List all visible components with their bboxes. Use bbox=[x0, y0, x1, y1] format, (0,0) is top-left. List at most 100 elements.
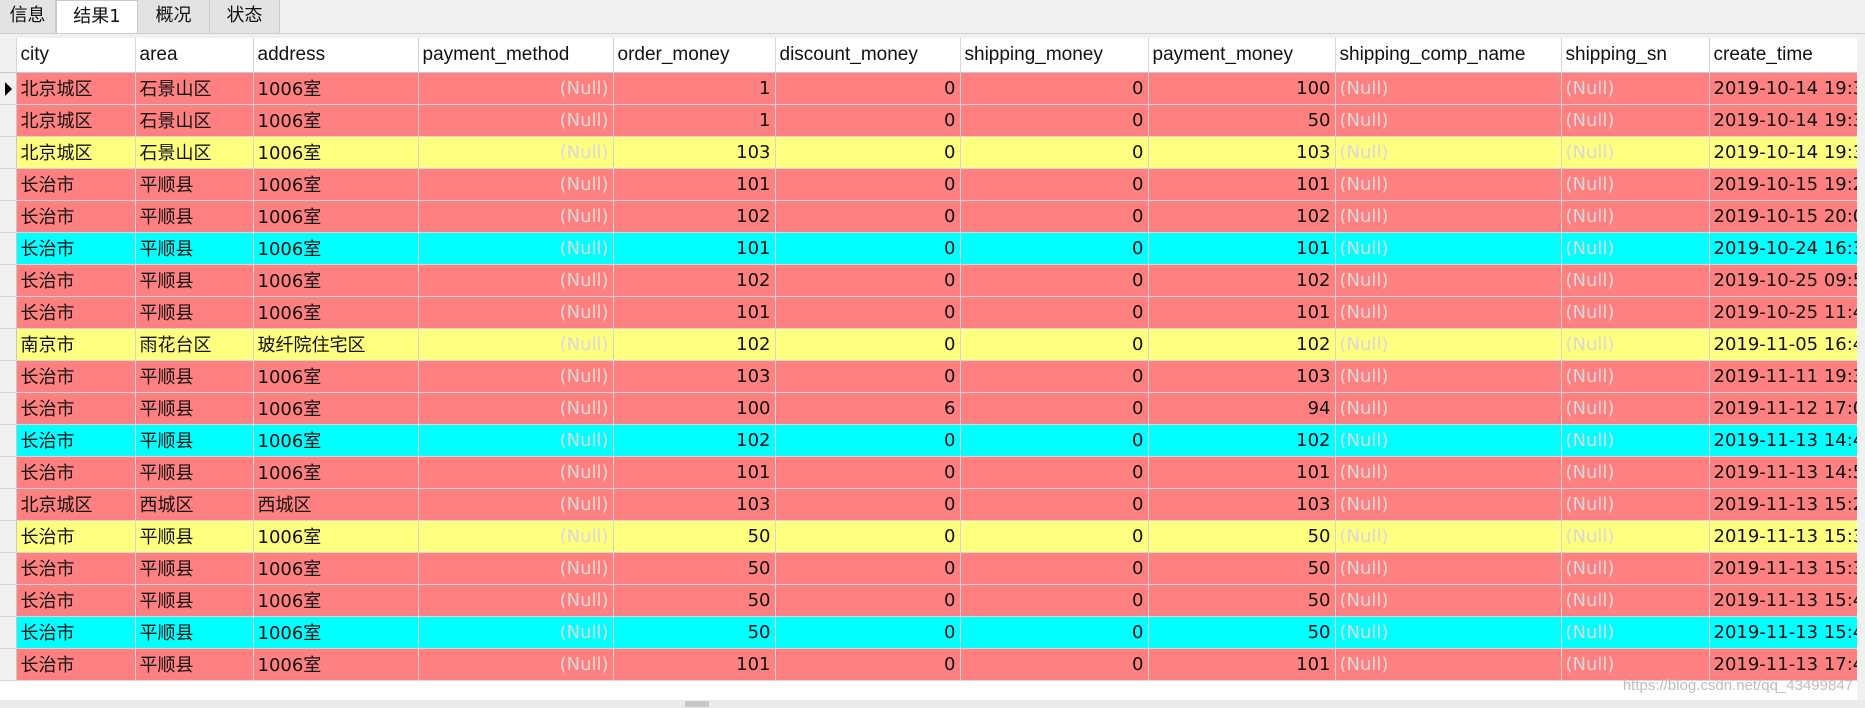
cell-create-time[interactable]: 2019-11-13 15:4 bbox=[1709, 584, 1865, 617]
row-indicator[interactable] bbox=[0, 648, 17, 681]
cell-order-money[interactable]: 101 bbox=[613, 296, 776, 329]
cell-address[interactable]: 1006室 bbox=[253, 648, 419, 681]
column-header-shipping-money[interactable]: shipping_money bbox=[960, 38, 1149, 73]
table-row[interactable]: 长治市 平顺县 1006室 (Null) 102 0 0 102 (Null) (Null) 201… bbox=[0, 200, 1865, 233]
cell-shipping-money[interactable]: 0 bbox=[960, 200, 1149, 233]
cell-shipping-comp-name[interactable]: (Null) bbox=[1335, 392, 1562, 425]
cell-area[interactable]: 平顺县 bbox=[135, 552, 254, 585]
cell-discount-money[interactable]: 0 bbox=[775, 584, 961, 617]
cell-area[interactable]: 平顺县 bbox=[135, 584, 254, 617]
cell-shipping-comp-name[interactable]: (Null) bbox=[1335, 232, 1562, 265]
cell-create-time[interactable]: 2019-11-13 17:4 bbox=[1709, 648, 1865, 681]
cell-area[interactable]: 平顺县 bbox=[135, 360, 254, 393]
table-row[interactable]: 北京城区 石景山区 1006室 (Null) 1 0 0 50 (Null) (Null) 2019… bbox=[0, 104, 1865, 137]
cell-discount-money[interactable]: 0 bbox=[775, 200, 961, 233]
row-indicator[interactable] bbox=[0, 136, 17, 169]
cell-city[interactable]: 长治市 bbox=[16, 200, 136, 233]
cell-address[interactable]: 1006室 bbox=[253, 264, 419, 297]
cell-shipping-sn[interactable]: (Null) bbox=[1561, 296, 1710, 329]
cell-discount-money[interactable]: 0 bbox=[775, 648, 961, 681]
cell-address[interactable]: 1006室 bbox=[253, 520, 419, 553]
cell-address[interactable]: 1006室 bbox=[253, 136, 419, 169]
cell-shipping-money[interactable]: 0 bbox=[960, 584, 1149, 617]
cell-payment-method[interactable]: (Null) bbox=[418, 168, 614, 201]
cell-order-money[interactable]: 103 bbox=[613, 488, 776, 521]
cell-create-time[interactable]: 2019-10-25 11:4 bbox=[1709, 296, 1865, 329]
cell-area[interactable]: 平顺县 bbox=[135, 200, 254, 233]
cell-order-money[interactable]: 101 bbox=[613, 456, 776, 489]
cell-payment-money[interactable]: 103 bbox=[1148, 136, 1336, 169]
cell-payment-money[interactable]: 102 bbox=[1148, 200, 1336, 233]
cell-city[interactable]: 长治市 bbox=[16, 552, 136, 585]
cell-city[interactable]: 长治市 bbox=[16, 648, 136, 681]
cell-shipping-sn[interactable]: (Null) bbox=[1561, 456, 1710, 489]
cell-create-time[interactable]: 2019-11-12 17:0 bbox=[1709, 392, 1865, 425]
cell-order-money[interactable]: 50 bbox=[613, 616, 776, 649]
table-row[interactable]: 长治市 平顺县 1006室 (Null) 101 0 0 101 (Null) (Null) 201… bbox=[0, 456, 1865, 489]
cell-shipping-comp-name[interactable]: (Null) bbox=[1335, 648, 1562, 681]
cell-payment-method[interactable]: (Null) bbox=[418, 584, 614, 617]
table-row[interactable]: 北京城区 西城区 西城区 (Null) 103 0 0 103 (Null) (Null) 2019… bbox=[0, 488, 1865, 521]
cell-payment-method[interactable]: (Null) bbox=[418, 552, 614, 585]
column-header-city[interactable]: city bbox=[16, 38, 136, 73]
horizontal-scrollbar[interactable] bbox=[0, 700, 1865, 708]
cell-payment-money[interactable]: 101 bbox=[1148, 648, 1336, 681]
cell-shipping-sn[interactable]: (Null) bbox=[1561, 616, 1710, 649]
cell-address[interactable]: 1006室 bbox=[253, 104, 419, 137]
cell-shipping-money[interactable]: 0 bbox=[960, 488, 1149, 521]
cell-shipping-money[interactable]: 0 bbox=[960, 232, 1149, 265]
table-row[interactable]: 长治市 平顺县 1006室 (Null) 101 0 0 101 (Null) (Null) 201… bbox=[0, 168, 1865, 201]
cell-city[interactable]: 长治市 bbox=[16, 584, 136, 617]
cell-address[interactable]: 1006室 bbox=[253, 392, 419, 425]
cell-shipping-money[interactable]: 0 bbox=[960, 392, 1149, 425]
cell-order-money[interactable]: 1 bbox=[613, 72, 776, 105]
tab-info[interactable]: 信息 bbox=[0, 0, 56, 33]
cell-payment-method[interactable]: (Null) bbox=[418, 264, 614, 297]
cell-area[interactable]: 平顺县 bbox=[135, 424, 254, 457]
cell-shipping-sn[interactable]: (Null) bbox=[1561, 136, 1710, 169]
cell-area[interactable]: 石景山区 bbox=[135, 72, 254, 105]
cell-discount-money[interactable]: 0 bbox=[775, 520, 961, 553]
cell-city[interactable]: 长治市 bbox=[16, 616, 136, 649]
cell-area[interactable]: 平顺县 bbox=[135, 520, 254, 553]
cell-order-money[interactable]: 102 bbox=[613, 424, 776, 457]
column-header-payment-method[interactable]: payment_method bbox=[418, 38, 614, 73]
column-header-area[interactable]: area bbox=[135, 38, 254, 73]
table-row[interactable]: 长治市 平顺县 1006室 (Null) 50 0 0 50 (Null) (Null) 2019-… bbox=[0, 552, 1865, 585]
cell-shipping-sn[interactable]: (Null) bbox=[1561, 392, 1710, 425]
table-row[interactable]: 长治市 平顺县 1006室 (Null) 101 0 0 101 (Null) (Null) 201… bbox=[0, 232, 1865, 265]
cell-payment-method[interactable]: (Null) bbox=[418, 72, 614, 105]
cell-shipping-sn[interactable]: (Null) bbox=[1561, 328, 1710, 361]
cell-create-time[interactable]: 2019-11-11 19:3 bbox=[1709, 360, 1865, 393]
cell-payment-method[interactable]: (Null) bbox=[418, 296, 614, 329]
cell-shipping-money[interactable]: 0 bbox=[960, 616, 1149, 649]
cell-address[interactable]: 1006室 bbox=[253, 424, 419, 457]
cell-shipping-sn[interactable]: (Null) bbox=[1561, 232, 1710, 265]
cell-shipping-money[interactable]: 0 bbox=[960, 648, 1149, 681]
cell-payment-money[interactable]: 102 bbox=[1148, 328, 1336, 361]
cell-shipping-comp-name[interactable]: (Null) bbox=[1335, 456, 1562, 489]
cell-city[interactable]: 北京城区 bbox=[16, 488, 136, 521]
cell-create-time[interactable]: 2019-10-15 19:2 bbox=[1709, 168, 1865, 201]
row-indicator[interactable] bbox=[0, 360, 17, 393]
cell-shipping-comp-name[interactable]: (Null) bbox=[1335, 200, 1562, 233]
row-indicator[interactable] bbox=[0, 168, 17, 201]
column-header-shipping-sn[interactable]: shipping_sn bbox=[1561, 38, 1710, 73]
tab-status[interactable]: 状态 bbox=[210, 0, 280, 33]
cell-shipping-comp-name[interactable]: (Null) bbox=[1335, 264, 1562, 297]
cell-shipping-comp-name[interactable]: (Null) bbox=[1335, 552, 1562, 585]
cell-payment-money[interactable]: 50 bbox=[1148, 552, 1336, 585]
cell-order-money[interactable]: 100 bbox=[613, 392, 776, 425]
cell-payment-money[interactable]: 101 bbox=[1148, 456, 1336, 489]
cell-create-time[interactable]: 2019-10-14 19:3 bbox=[1709, 72, 1865, 105]
table-row[interactable]: 长治市 平顺县 1006室 (Null) 102 0 0 102 (Null) (Null) 201… bbox=[0, 264, 1865, 297]
cell-area[interactable]: 平顺县 bbox=[135, 296, 254, 329]
cell-area[interactable]: 平顺县 bbox=[135, 232, 254, 265]
cell-discount-money[interactable]: 6 bbox=[775, 392, 961, 425]
cell-city[interactable]: 北京城区 bbox=[16, 72, 136, 105]
cell-shipping-money[interactable]: 0 bbox=[960, 424, 1149, 457]
cell-payment-method[interactable]: (Null) bbox=[418, 328, 614, 361]
cell-area[interactable]: 西城区 bbox=[135, 488, 254, 521]
cell-order-money[interactable]: 103 bbox=[613, 136, 776, 169]
cell-address[interactable]: 1006室 bbox=[253, 552, 419, 585]
